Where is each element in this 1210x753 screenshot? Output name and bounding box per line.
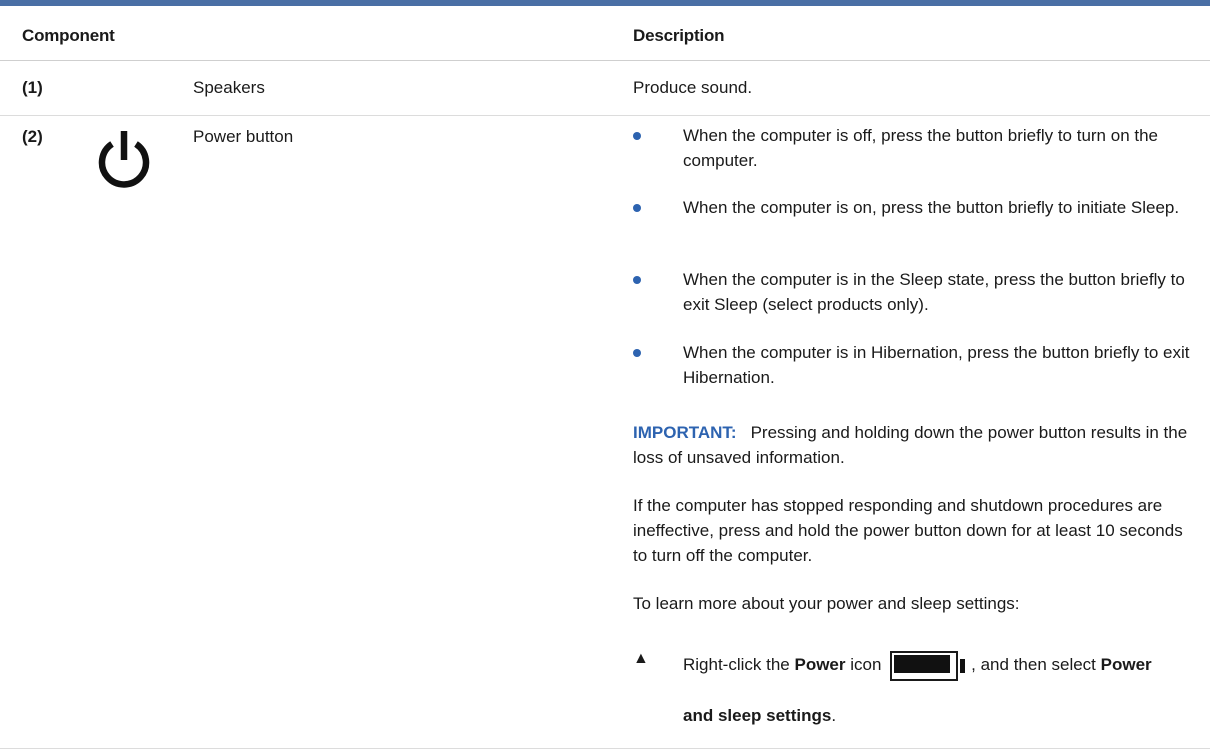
step-line: and sleep settings. [683, 706, 836, 726]
bullet-icon [633, 132, 641, 140]
list-item: When the computer is on, press the butto… [633, 195, 1193, 245]
step-text: Right-click the [683, 655, 795, 674]
triangle-icon: ▲ [633, 650, 649, 667]
power-icon [98, 131, 150, 188]
row-number: (2) [22, 127, 43, 146]
important-note: IMPORTANT: Pressing and holding down the … [633, 420, 1193, 470]
step-text: icon [845, 655, 887, 674]
bullet-text: When the computer is on, press the butto… [683, 198, 1180, 217]
step-bold-power: Power [794, 655, 846, 674]
learn-more-paragraph: To learn more about your power and sleep… [633, 594, 1020, 613]
table-header-row: Component Description [0, 6, 1210, 61]
bullet-text: When the computer is in the Sleep state,… [683, 270, 1185, 314]
step-line: Right-click the Power icon , and then se… [683, 650, 1152, 681]
bullet-text: When the computer is in Hibernation, pre… [683, 343, 1190, 387]
row-number: (1) [22, 78, 43, 97]
unresponsive-paragraph: If the computer has stopped responding a… [633, 496, 1183, 565]
component-name: Power button [193, 127, 294, 146]
header-component: Component [22, 26, 115, 45]
important-label: IMPORTANT: [633, 423, 737, 442]
bullet-icon [633, 204, 641, 212]
step-text: . [831, 706, 837, 725]
list-item: When the computer is off, press the butt… [633, 123, 1193, 173]
component-description: Produce sound. [633, 78, 753, 97]
table-row: (2) Power button When the computer is of… [0, 116, 1210, 749]
instruction-step: ▲ Right-click the Power icon , and then … [633, 650, 1193, 740]
bullet-icon [633, 276, 641, 284]
step-text: , and then select [971, 655, 1101, 674]
list-item: When the computer is in Hibernation, pre… [633, 340, 1193, 390]
table-row: (1) Speakers Produce sound. [0, 61, 1210, 116]
bullet-icon [633, 349, 641, 357]
header-description: Description [633, 26, 725, 45]
step-bold-settings: and sleep settings [683, 706, 832, 725]
battery-icon [890, 650, 967, 681]
bullet-text: When the computer is off, press the butt… [683, 126, 1159, 170]
component-name: Speakers [193, 78, 265, 97]
step-bold-power: Power [1100, 655, 1152, 674]
list-item: When the computer is in the Sleep state,… [633, 267, 1193, 317]
